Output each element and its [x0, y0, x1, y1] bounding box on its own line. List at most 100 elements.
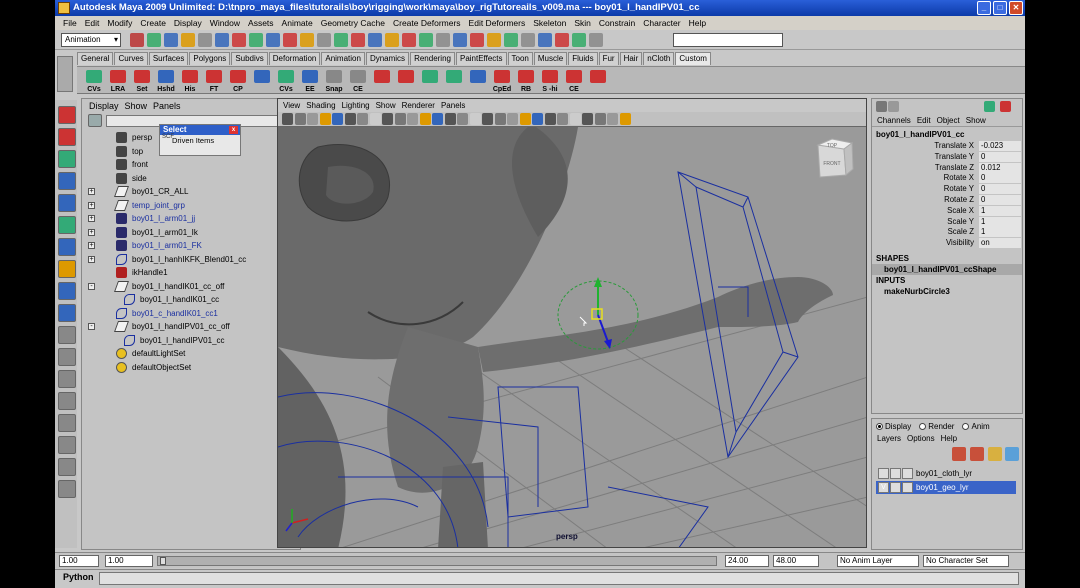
shelf-button-12[interactable]: CE: [347, 69, 369, 93]
attribute-editor-icon[interactable]: [888, 101, 899, 112]
attribute-row[interactable]: Scale Y 1: [872, 216, 1022, 228]
shelf-button-6[interactable]: FT: [203, 69, 225, 93]
shelf-tab-rendering[interactable]: Rendering: [410, 52, 455, 65]
status-line-tool-5-icon[interactable]: [198, 33, 212, 47]
menu-create[interactable]: Create: [136, 16, 170, 30]
viewport-tool-25-icon[interactable]: [582, 113, 593, 125]
viewport-scene[interactable]: TOP FRONT: [278, 127, 867, 548]
shelf-button-2[interactable]: LRA: [107, 69, 129, 93]
outliner-menu-show[interactable]: Show: [122, 99, 151, 113]
status-line-tool-6-icon[interactable]: [215, 33, 229, 47]
command-input[interactable]: [99, 572, 1019, 585]
viewport-menu-show[interactable]: Show: [373, 99, 399, 112]
menu-file[interactable]: File: [59, 16, 81, 30]
layout-graph-icon[interactable]: [58, 436, 76, 454]
shelf-button-18[interactable]: CpEd: [491, 69, 513, 93]
new-layer-icon[interactable]: [952, 447, 966, 461]
shelf-tab-animation[interactable]: Animation: [321, 52, 365, 65]
viewport-tool-6-icon[interactable]: [344, 113, 356, 125]
viewport-tool-24-icon[interactable]: [569, 113, 581, 125]
shelf-tab-surfaces[interactable]: Surfaces: [148, 52, 189, 65]
viewport-menu-renderer[interactable]: Renderer: [399, 99, 438, 112]
viewport-tool-16-icon[interactable]: [469, 113, 481, 125]
menu-set-dropdown[interactable]: Animation: [61, 33, 121, 47]
attribute-row[interactable]: Scale Z 1: [872, 227, 1022, 238]
attribute-value-field[interactable]: 0: [979, 194, 1021, 205]
attribute-row[interactable]: Scale X 1: [872, 205, 1022, 217]
layout-custom-icon[interactable]: [58, 458, 76, 476]
new-layer-selected-icon[interactable]: [970, 447, 984, 461]
layer-mode-anim[interactable]: Anim: [962, 422, 990, 431]
tool-settings-icon[interactable]: [984, 101, 995, 112]
minimize-button[interactable]: _: [977, 1, 991, 15]
viewport-tool-21-icon[interactable]: [532, 113, 543, 125]
menu-skeleton[interactable]: Skeleton: [529, 16, 570, 30]
menu-edit[interactable]: Edit: [81, 16, 104, 30]
attribute-value-field[interactable]: -0.023: [979, 141, 1021, 151]
status-line-tool-24-icon[interactable]: [521, 33, 535, 47]
viewport-tool-10-icon[interactable]: [394, 113, 406, 125]
attribute-value-field[interactable]: 0: [979, 151, 1021, 162]
status-line-tool-25-icon[interactable]: [538, 33, 552, 47]
status-line-tool-15-icon[interactable]: [368, 33, 382, 47]
status-line-tool-16-icon[interactable]: [385, 33, 399, 47]
status-line-tool-17-icon[interactable]: [402, 33, 416, 47]
viewport-menu-view[interactable]: View: [280, 99, 303, 112]
viewport-tool-13-icon[interactable]: [432, 113, 443, 125]
shelf-button-9[interactable]: CVs: [275, 69, 297, 93]
shape-node[interactable]: boy01_l_handIPV01_ccShape: [872, 263, 1022, 275]
layer-mode-render[interactable]: Render: [919, 422, 954, 431]
status-line-tool-13-icon[interactable]: [334, 33, 348, 47]
status-line-tool-21-icon[interactable]: [470, 33, 484, 47]
outliner-row[interactable]: + boy01_l_arm01_jj: [82, 212, 300, 225]
channel-box-icon[interactable]: [876, 101, 887, 112]
status-line-tool-4-icon[interactable]: [181, 33, 195, 47]
shelf-tab-painteffects[interactable]: PaintEffects: [455, 52, 507, 65]
range-end-field[interactable]: 48.00: [773, 555, 819, 567]
shelf-tab-fur[interactable]: Fur: [598, 52, 619, 65]
outliner-row[interactable]: + boy01_CR_ALL: [82, 185, 300, 198]
menu-create-deformers[interactable]: Create Deformers: [389, 16, 465, 30]
outliner-row[interactable]: defaultLightSet: [82, 347, 300, 360]
layout-outliner-icon[interactable]: [58, 414, 76, 432]
lasso-tool-icon[interactable]: [58, 128, 76, 146]
shelf-tab-deformation[interactable]: Deformation: [268, 52, 321, 65]
attribute-value-field[interactable]: 1: [979, 227, 1021, 238]
quick-select-input[interactable]: [673, 33, 783, 47]
status-line-tool-11-icon[interactable]: [300, 33, 314, 47]
expand-icon[interactable]: +: [88, 228, 95, 236]
viewport-menu-shading[interactable]: Shading: [303, 99, 338, 112]
viewport-tool-11-icon[interactable]: [407, 113, 418, 125]
status-line-tool-20-icon[interactable]: [453, 33, 467, 47]
outliner-row[interactable]: - boy01_l_handIK01_cc_off: [82, 280, 300, 293]
layer-color-swatch[interactable]: [902, 482, 913, 493]
outliner-row[interactable]: boy01_c_handIK01_cc1: [82, 307, 300, 320]
radio-button-icon[interactable]: [876, 422, 883, 430]
layout-more-icon[interactable]: [58, 480, 76, 498]
filter-icon[interactable]: [88, 114, 102, 127]
move-tool-icon[interactable]: [58, 172, 76, 190]
input-node[interactable]: makeNurbCircle3: [872, 286, 1022, 297]
status-line-tool-19-icon[interactable]: [436, 33, 450, 47]
viewport-tool-19-icon[interactable]: [507, 113, 518, 125]
layer-playback-toggle[interactable]: [890, 468, 901, 479]
menu-animate[interactable]: Animate: [278, 16, 317, 30]
attribute-value-field[interactable]: on: [979, 238, 1021, 249]
menu-edit-deformers[interactable]: Edit Deformers: [465, 16, 530, 30]
end-time-field[interactable]: 24.00: [725, 555, 769, 567]
viewport-tool-28-icon[interactable]: [619, 113, 631, 125]
status-line-tool-9-icon[interactable]: [266, 33, 280, 47]
menu-help[interactable]: Help: [685, 16, 710, 30]
range-slider-bar[interactable]: [157, 556, 717, 566]
viewport-tool-12-icon[interactable]: [419, 113, 431, 125]
layer-menu-options[interactable]: Options: [904, 433, 938, 445]
viewport-menu-panels[interactable]: Panels: [438, 99, 468, 112]
soft-mod-icon[interactable]: [58, 260, 76, 278]
shelf-button-22[interactable]: [587, 69, 609, 93]
attribute-row[interactable]: Rotate Z 0: [872, 194, 1022, 206]
shelf-button-21[interactable]: CE: [563, 69, 585, 93]
layer-menu-help[interactable]: Help: [938, 433, 960, 445]
channel-menu-channels[interactable]: Channels: [874, 115, 914, 126]
maximize-button[interactable]: □: [993, 1, 1007, 15]
shelf-tab-toon[interactable]: Toon: [507, 52, 533, 65]
